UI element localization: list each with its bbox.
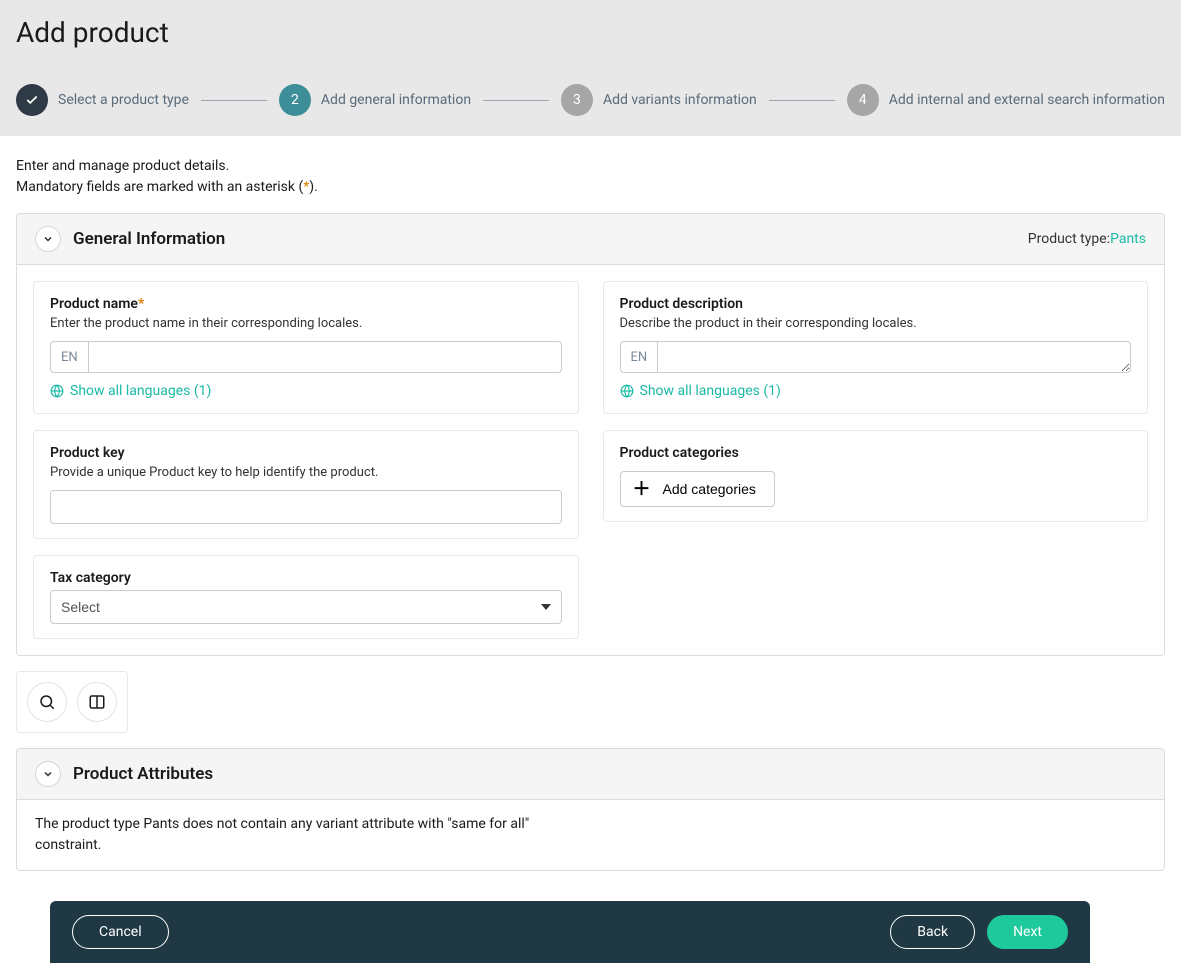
general-information-panel: General Information Product type:Pants P… bbox=[16, 213, 1165, 656]
page-title: Add product bbox=[16, 16, 1165, 49]
step-connector bbox=[201, 100, 267, 101]
product-description-card: Product description Describe the product… bbox=[603, 281, 1149, 414]
tax-category-select[interactable]: Select bbox=[50, 590, 562, 624]
general-panel-title: General Information bbox=[73, 229, 225, 249]
check-icon bbox=[25, 93, 39, 107]
product-attributes-panel: Product Attributes The product type Pant… bbox=[16, 748, 1165, 871]
product-type-link[interactable]: Pants bbox=[1110, 231, 1146, 247]
product-name-label: Product name* bbox=[50, 296, 562, 312]
product-description-locale: EN bbox=[620, 341, 658, 373]
product-name-hint: Enter the product name in their correspo… bbox=[50, 316, 562, 331]
product-key-input[interactable] bbox=[50, 490, 562, 524]
intro-line1: Enter and manage product details. bbox=[16, 156, 1165, 177]
step-3-label: Add variants information bbox=[603, 92, 757, 108]
intro-text: Enter and manage product details. Mandat… bbox=[0, 136, 1181, 213]
tax-category-label: Tax category bbox=[50, 570, 562, 586]
product-categories-card: Product categories ＋ Add categories bbox=[603, 430, 1149, 522]
globe-icon bbox=[620, 384, 634, 398]
step-1-circle bbox=[16, 84, 48, 116]
step-3[interactable]: 3 Add variants information bbox=[561, 84, 757, 116]
step-3-circle: 3 bbox=[561, 84, 593, 116]
attributes-panel-header: Product Attributes bbox=[17, 749, 1164, 800]
columns-button[interactable] bbox=[77, 682, 117, 722]
step-2-label: Add general information bbox=[321, 92, 471, 108]
tax-category-card: Tax category Select bbox=[33, 555, 579, 639]
product-key-card: Product key Provide a unique Product key… bbox=[33, 430, 579, 539]
step-1[interactable]: Select a product type bbox=[16, 84, 189, 116]
product-description-hint: Describe the product in their correspond… bbox=[620, 316, 1132, 331]
required-asterisk-icon: * bbox=[138, 296, 144, 312]
next-button[interactable]: Next bbox=[987, 915, 1068, 949]
columns-icon bbox=[88, 693, 106, 711]
collapse-general-button[interactable] bbox=[35, 226, 61, 252]
product-description-show-languages[interactable]: Show all languages (1) bbox=[620, 383, 1132, 399]
search-icon bbox=[38, 693, 56, 711]
view-toolbar bbox=[16, 671, 128, 733]
search-button[interactable] bbox=[27, 682, 67, 722]
product-key-label: Product key bbox=[50, 445, 562, 461]
product-description-input[interactable] bbox=[657, 341, 1131, 373]
collapse-attributes-button[interactable] bbox=[35, 761, 61, 787]
cancel-button[interactable]: Cancel bbox=[72, 915, 169, 949]
add-categories-button[interactable]: ＋ Add categories bbox=[620, 471, 775, 507]
step-connector bbox=[483, 100, 549, 101]
wizard-footer: Cancel Back Next bbox=[50, 901, 1090, 963]
product-name-card: Product name* Enter the product name in … bbox=[33, 281, 579, 414]
step-2[interactable]: 2 Add general information bbox=[279, 84, 471, 116]
product-name-show-languages[interactable]: Show all languages (1) bbox=[50, 383, 562, 399]
caret-down-icon bbox=[541, 604, 551, 610]
stepper: Select a product type 2 Add general info… bbox=[16, 84, 1165, 116]
step-2-circle: 2 bbox=[279, 84, 311, 116]
step-4-label: Add internal and external search informa… bbox=[889, 92, 1165, 108]
step-4[interactable]: 4 Add internal and external search infor… bbox=[847, 84, 1165, 116]
product-name-input[interactable] bbox=[88, 341, 562, 373]
intro-line2: Mandatory fields are marked with an aste… bbox=[16, 177, 1165, 198]
product-description-label: Product description bbox=[620, 296, 1132, 312]
back-button[interactable]: Back bbox=[890, 915, 975, 949]
attributes-panel-title: Product Attributes bbox=[73, 764, 213, 784]
general-panel-header: General Information Product type:Pants bbox=[17, 214, 1164, 265]
chevron-down-icon bbox=[42, 233, 54, 245]
step-4-circle: 4 bbox=[847, 84, 879, 116]
globe-icon bbox=[50, 384, 64, 398]
chevron-down-icon bbox=[42, 768, 54, 780]
product-type-label: Product type: bbox=[1028, 231, 1110, 247]
product-key-hint: Provide a unique Product key to help ide… bbox=[50, 465, 562, 480]
step-connector bbox=[769, 100, 835, 101]
step-1-label: Select a product type bbox=[58, 92, 189, 108]
product-name-locale: EN bbox=[50, 341, 88, 373]
attributes-message: The product type Pants does not contain … bbox=[17, 800, 577, 870]
product-categories-label: Product categories bbox=[620, 445, 1132, 461]
plus-icon: ＋ bbox=[633, 480, 651, 498]
